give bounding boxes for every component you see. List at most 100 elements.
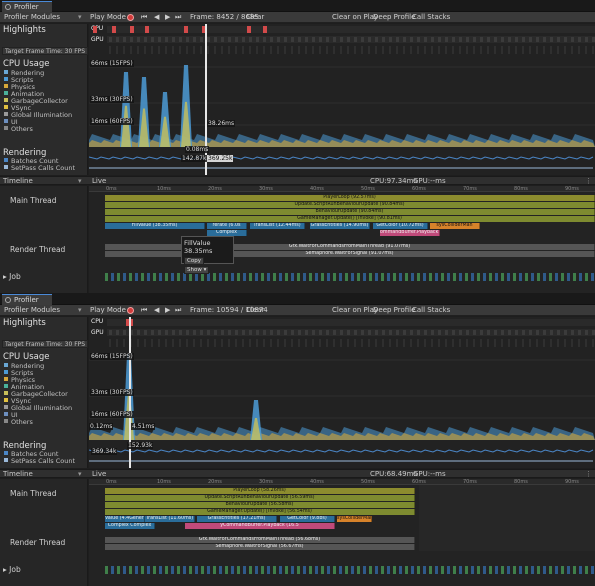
- job-sample[interactable]: [315, 566, 318, 574]
- call-stacks-dropdown[interactable]: Call Stacks: [410, 12, 452, 23]
- job-sample[interactable]: [405, 566, 408, 574]
- timeline-view[interactable]: 0ms 10ms 20ms 30ms 40ms 50ms 60ms 70ms 80ms 90ms …: [89, 479, 595, 586]
- sample-bar-grass[interactable]: GetColor (9.8bs): [280, 516, 335, 522]
- job-sample[interactable]: [441, 273, 444, 281]
- job-sample[interactable]: [531, 566, 534, 574]
- target-frame-time-dropdown[interactable]: Target Frame Time: 30 FPS: [2, 340, 89, 348]
- job-sample[interactable]: [309, 273, 312, 281]
- job-sample[interactable]: [129, 566, 132, 574]
- job-sample[interactable]: [579, 273, 582, 281]
- job-sample[interactable]: [585, 566, 588, 574]
- job-sample[interactable]: [561, 273, 564, 281]
- job-sample[interactable]: [447, 273, 450, 281]
- job-sample[interactable]: [441, 566, 444, 574]
- job-sample[interactable]: [345, 566, 348, 574]
- job-sample[interactable]: [411, 273, 414, 281]
- sample-bar-behaviour[interactable]: BehaviourUpdate (90.84ms): [105, 209, 595, 215]
- highlights-graph[interactable]: CPU GPU: [89, 24, 595, 58]
- job-sample[interactable]: [339, 273, 342, 281]
- timeline-view[interactable]: 0ms 10ms 20ms 30ms 40ms 50ms 60ms 70ms 80ms 90ms …: [89, 186, 595, 293]
- job-sample[interactable]: [537, 566, 540, 574]
- profiler-modules-dropdown[interactable]: Profiler Modules: [2, 305, 62, 316]
- job-sample[interactable]: [567, 566, 570, 574]
- job-sample[interactable]: [447, 566, 450, 574]
- play-mode-dropdown[interactable]: Play Mode: [88, 305, 128, 316]
- job-sample[interactable]: [477, 273, 480, 281]
- job-sample[interactable]: [147, 273, 150, 281]
- job-sample[interactable]: [273, 566, 276, 574]
- job-sample[interactable]: [285, 273, 288, 281]
- job-sample[interactable]: [351, 273, 354, 281]
- job-sample[interactable]: [147, 566, 150, 574]
- job-sample[interactable]: [519, 566, 522, 574]
- job-sample[interactable]: [207, 273, 210, 281]
- copy-button[interactable]: Copy: [184, 257, 204, 265]
- job-sample[interactable]: [159, 273, 162, 281]
- highlights-graph[interactable]: CPU GPU: [89, 317, 595, 351]
- job-sample[interactable]: [195, 273, 198, 281]
- sample-bar-script_run[interactable]: Update.ScriptRunBehaviourUpdate (56.59ms…: [105, 495, 415, 501]
- highlights-module-label[interactable]: Highlights Target Frame Time: 30 FPS: [0, 317, 89, 351]
- job-sample[interactable]: [555, 566, 558, 574]
- job-sample[interactable]: [117, 566, 120, 574]
- job-sample[interactable]: [237, 566, 240, 574]
- job-sample[interactable]: [459, 273, 462, 281]
- main-thread-label[interactable]: Main Thread: [10, 196, 57, 205]
- job-sample[interactable]: [213, 273, 216, 281]
- job-sample[interactable]: [333, 566, 336, 574]
- job-sample[interactable]: [345, 273, 348, 281]
- job-sample[interactable]: [471, 273, 474, 281]
- job-sample[interactable]: [483, 273, 486, 281]
- sample-bar-fillvalue[interactable]: Value (4.4Generate (4.7s: [105, 516, 145, 522]
- legend-item[interactable]: Others: [4, 126, 72, 133]
- job-sample[interactable]: [183, 566, 186, 574]
- job-sample[interactable]: [135, 566, 138, 574]
- prev-frame-icon[interactable]: ⏮: [141, 12, 147, 23]
- job-sample[interactable]: [489, 273, 492, 281]
- job-sample[interactable]: [303, 566, 306, 574]
- job-sample[interactable]: [279, 566, 282, 574]
- job-sample[interactable]: [369, 273, 372, 281]
- sample-bar-gm_update[interactable]: GameManager.Update() [Invoke] (90.81ms): [105, 216, 595, 222]
- job-sample[interactable]: [309, 566, 312, 574]
- job-sample[interactable]: [525, 566, 528, 574]
- sample-bar-trans[interactable]: GrassEntities (17.21ms): [197, 516, 277, 522]
- job-sample[interactable]: [219, 566, 222, 574]
- sample-bar-gm_update[interactable]: GameManager.Update() [Invoke] (56.54ms): [105, 509, 415, 515]
- job-sample[interactable]: [363, 273, 366, 281]
- current-frame-icon[interactable]: ⏭: [175, 305, 181, 316]
- job-sample[interactable]: [315, 273, 318, 281]
- job-sample[interactable]: [195, 566, 198, 574]
- job-sample[interactable]: [171, 566, 174, 574]
- sample-bar-getcolor[interactable]: GetColor (10.72ms): [373, 223, 428, 229]
- job-sample[interactable]: [513, 273, 516, 281]
- job-sample[interactable]: [399, 273, 402, 281]
- job-sample[interactable]: [231, 273, 234, 281]
- live-toggle[interactable]: Live: [92, 470, 106, 478]
- sample-bar-grass[interactable]: GrassEntities (14.90ms): [310, 223, 370, 229]
- job-sample[interactable]: [291, 566, 294, 574]
- job-sample[interactable]: [543, 566, 546, 574]
- job-sample[interactable]: [267, 566, 270, 574]
- job-sample[interactable]: [429, 566, 432, 574]
- job-sample[interactable]: [129, 273, 132, 281]
- step-back-icon[interactable]: ◀: [154, 305, 159, 316]
- job-sample[interactable]: [249, 273, 252, 281]
- sample-bar-rerate[interactable]: TransList (11.60ms): [145, 516, 195, 522]
- job-sample[interactable]: [495, 273, 498, 281]
- job-sample[interactable]: [387, 566, 390, 574]
- job-sample[interactable]: [105, 566, 108, 574]
- job-sample[interactable]: [381, 273, 384, 281]
- sample-bar-sem_wait[interactable]: Semaphore.WaitForSignal (91.07ms): [105, 251, 595, 257]
- call-stacks-dropdown[interactable]: Call Stacks: [410, 305, 452, 316]
- job-sample[interactable]: [321, 566, 324, 574]
- job-sample[interactable]: [489, 566, 492, 574]
- job-sample[interactable]: [261, 566, 264, 574]
- render-thread-label[interactable]: Render Thread: [10, 538, 65, 547]
- job-sample[interactable]: [495, 566, 498, 574]
- job-sample[interactable]: [573, 273, 576, 281]
- job-sample[interactable]: [579, 566, 582, 574]
- job-sample[interactable]: [423, 566, 426, 574]
- job-sample[interactable]: [471, 566, 474, 574]
- record-icon[interactable]: [127, 307, 134, 314]
